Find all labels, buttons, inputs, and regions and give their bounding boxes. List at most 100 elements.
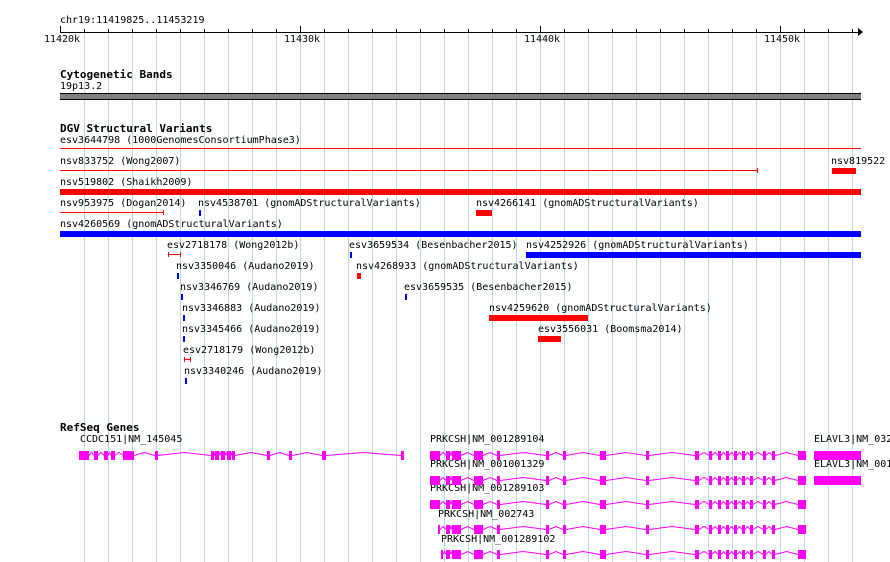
intron-line [744, 451, 751, 456]
intron-line [157, 451, 212, 456]
intron-line [460, 476, 475, 481]
exon-block [742, 550, 745, 559]
gene-prkcsh-1289102[interactable] [441, 549, 806, 559]
gene-prkcsh-1289103[interactable] [430, 499, 806, 509]
exon-block [497, 451, 500, 460]
intron-line [605, 500, 647, 505]
gene-elavl3-001[interactable] [814, 476, 861, 485]
intron-line [698, 550, 710, 555]
gene-elavl3-032[interactable] [814, 451, 861, 460]
intron-line [752, 451, 764, 456]
exon-block [709, 500, 712, 509]
exon-block [123, 451, 134, 460]
exon-block [211, 451, 214, 460]
exon-block [79, 451, 89, 460]
intron-line [565, 451, 601, 456]
intron-line [728, 451, 735, 456]
exon-block [452, 550, 461, 559]
intron-line [449, 499, 453, 505]
intron-line [736, 550, 743, 555]
exon-block [695, 451, 699, 460]
intron-line [765, 525, 773, 530]
intron-line [744, 500, 751, 505]
intron-line [499, 550, 547, 555]
intron-line [720, 550, 727, 555]
exon-block [474, 476, 483, 485]
exon-block [734, 451, 737, 460]
intron-line [711, 525, 719, 530]
exon-block [726, 476, 729, 485]
exon-block [221, 451, 225, 460]
intron-line [439, 476, 447, 481]
intron-line [648, 550, 696, 555]
exon-block [446, 500, 450, 509]
exon-block [718, 500, 721, 509]
intron-line [548, 476, 564, 481]
intron-line [648, 500, 696, 505]
intron-line [460, 550, 475, 555]
exon-block [430, 451, 440, 460]
exon-block [322, 451, 326, 460]
intron-line [449, 475, 453, 481]
exon-block [474, 550, 483, 559]
exon-block [438, 525, 440, 534]
gene-ccdc151[interactable] [79, 450, 404, 460]
intron-line [605, 525, 647, 530]
intron-line [482, 550, 498, 555]
exon-block [646, 500, 649, 509]
exon-block [446, 451, 450, 460]
intron-line [449, 524, 453, 530]
exon-block [289, 451, 292, 460]
intron-line [133, 451, 156, 456]
intron-line [114, 451, 124, 456]
exon-block [695, 525, 699, 534]
intron-line [548, 451, 564, 456]
exon-block [750, 476, 753, 485]
exon-block [695, 476, 699, 485]
intron-line [752, 550, 764, 555]
exon-block [215, 451, 219, 460]
intron-line [736, 500, 743, 505]
gene-prkcsh-002743[interactable] [438, 524, 806, 534]
exon-block [441, 550, 443, 559]
exon-block [772, 476, 775, 485]
exon-block [232, 451, 235, 460]
intron-line [765, 500, 773, 505]
exon-block [798, 500, 806, 509]
exon-block [267, 451, 270, 460]
exon-block [734, 550, 737, 559]
exon-block [446, 525, 450, 534]
intron-line [291, 451, 323, 456]
exon-block [798, 550, 806, 559]
exon-block [763, 525, 766, 534]
intron-line [97, 451, 105, 456]
intron-line [439, 525, 447, 530]
exon-block [497, 500, 500, 509]
exon-block [763, 550, 766, 559]
gene-prkcsh-1289104[interactable] [430, 450, 806, 460]
intron-line [711, 550, 719, 555]
intron-line [439, 500, 447, 505]
intron-line [482, 525, 498, 530]
intron-line [565, 550, 601, 555]
intron-line [230, 452, 233, 456]
exon-block [646, 451, 649, 460]
exon-block [798, 525, 806, 534]
exon-block [430, 500, 440, 509]
exon-block [763, 451, 766, 460]
exon-block [772, 525, 775, 534]
intron-line [774, 476, 799, 481]
gene-prkcsh-1001329[interactable] [430, 475, 806, 485]
intron-line [774, 451, 799, 456]
exon-block [546, 525, 549, 534]
exon-block [726, 525, 729, 534]
intron-line [442, 550, 447, 555]
intron-line [499, 476, 547, 481]
exon-block [600, 525, 606, 534]
exon-block [430, 476, 440, 485]
exon-block [546, 500, 549, 509]
intron-line [765, 451, 773, 456]
exon-block [474, 451, 483, 460]
intron-line [774, 550, 799, 555]
intron-line [482, 451, 498, 456]
